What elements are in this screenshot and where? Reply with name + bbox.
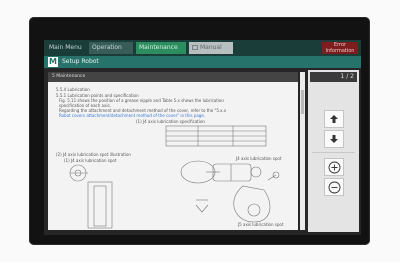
navigation-panel: 1 / 2 — [308, 70, 359, 232]
screen-icon: M — [48, 57, 58, 67]
zoom-in-icon — [328, 161, 340, 173]
robot-drawing — [69, 125, 280, 229]
zoom-in-button[interactable] — [324, 158, 344, 176]
tab-manual-label: Manual — [200, 44, 222, 51]
screen: Main Menu Operation Maintenance Manual E… — [44, 40, 361, 235]
arrow-up-icon — [330, 115, 338, 123]
tab-maintenance[interactable]: Maintenance — [136, 42, 186, 54]
page-indicator: 1 / 2 — [310, 72, 357, 82]
error-information-button[interactable]: Error Information — [322, 42, 358, 54]
document-scrollbar[interactable] — [300, 72, 305, 230]
title-bar: M Setup Robot — [44, 56, 361, 68]
tab-main-menu[interactable]: Main Menu — [46, 42, 86, 54]
tab-manual[interactable]: Manual — [189, 42, 233, 54]
menu-bar: Main Menu Operation Maintenance Manual E… — [44, 40, 361, 56]
scrollbar-thumb[interactable] — [301, 90, 304, 114]
manual-document[interactable]: 5 Maintenance 5.5.4 Lubrication 5.5.1 Lu… — [48, 72, 298, 230]
page-down-button[interactable] — [324, 130, 344, 148]
tab-operation[interactable]: Operation — [89, 42, 133, 54]
page-title: Setup Robot — [62, 58, 99, 65]
main-area: 5 Maintenance 5.5.4 Lubrication 5.5.1 Lu… — [44, 68, 361, 235]
book-icon — [192, 45, 198, 50]
page-up-button[interactable] — [324, 110, 344, 128]
zoom-out-button[interactable] — [324, 178, 344, 196]
zoom-out-icon — [328, 181, 340, 193]
divider — [312, 152, 355, 153]
arrow-down-icon — [330, 135, 338, 143]
